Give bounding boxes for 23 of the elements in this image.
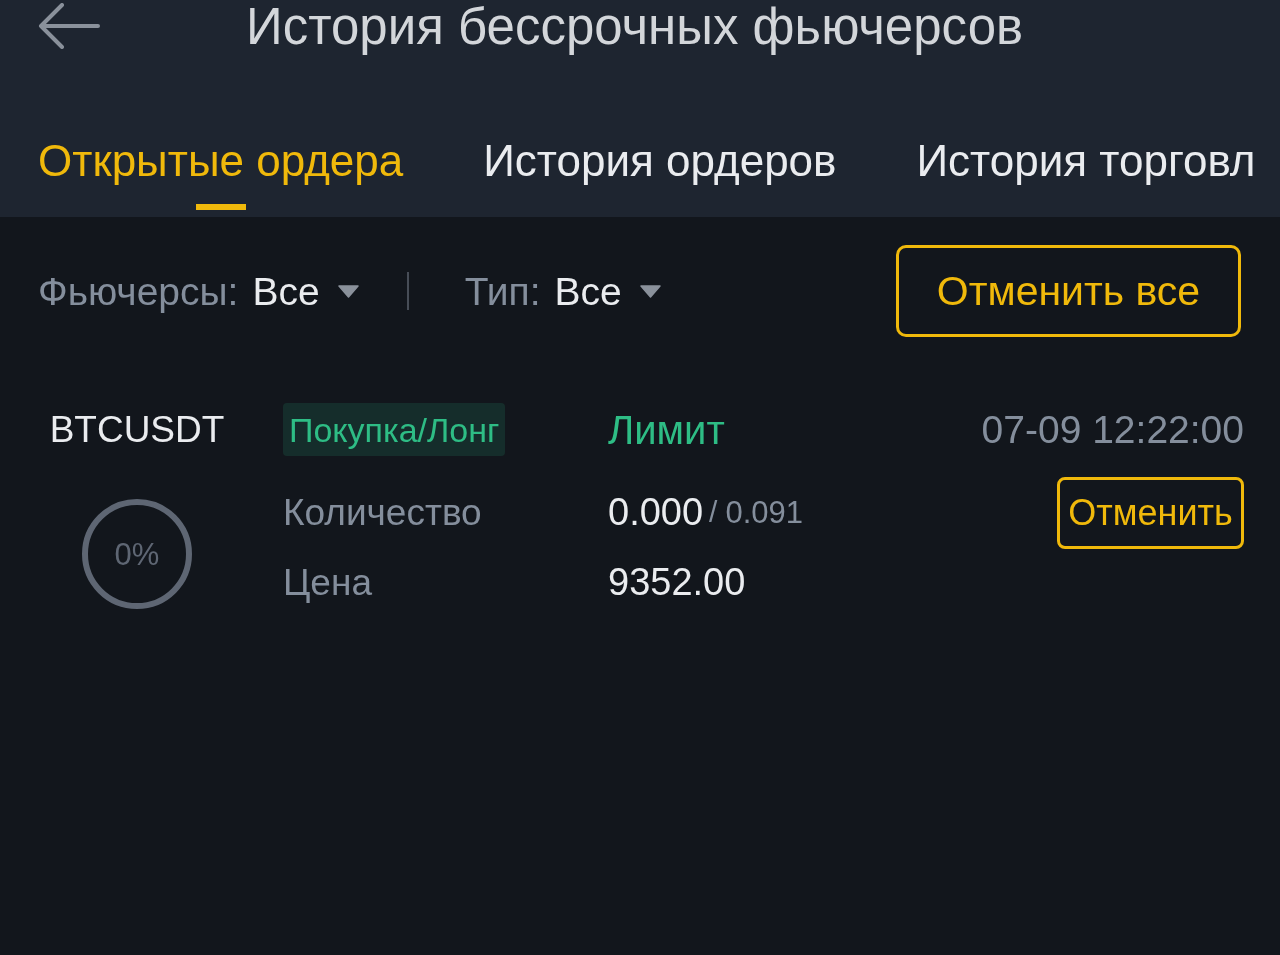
side-tag: Покупка/Лонг [283, 403, 506, 456]
tab[interactable]: Открытые ордера [38, 139, 404, 210]
filter-label: Фьючерсы: [38, 271, 239, 311]
cancel-all-button[interactable]: Отменить все [896, 245, 1241, 337]
field-label: Количество [283, 493, 483, 531]
field-label: Цена [283, 563, 373, 601]
order-time: 07-09 12:22:00 [981, 410, 1244, 449]
filter-label: Тип: [464, 271, 541, 311]
filter-dropdown[interactable]: Все [252, 271, 359, 311]
symbol-text: BTCUSDT [49, 411, 225, 448]
separator-text: / [709, 497, 718, 527]
progress-reading: 0% [114, 538, 160, 570]
field-value: 9352.00 [608, 563, 746, 601]
caret-down-icon[interactable] [337, 284, 359, 298]
caret-down-icon[interactable] [639, 284, 661, 298]
order-type: Лимит [608, 409, 725, 450]
tab[interactable]: История ордеров [483, 139, 837, 210]
back-arrow-icon[interactable] [38, 3, 100, 49]
cancel-button[interactable]: Отменить [1057, 477, 1244, 549]
field-value: 0.000 [608, 493, 704, 531]
filter-dropdown[interactable]: Все [554, 271, 661, 311]
tab[interactable]: История торговл [916, 139, 1256, 210]
total-value: 0.091 [725, 496, 803, 528]
